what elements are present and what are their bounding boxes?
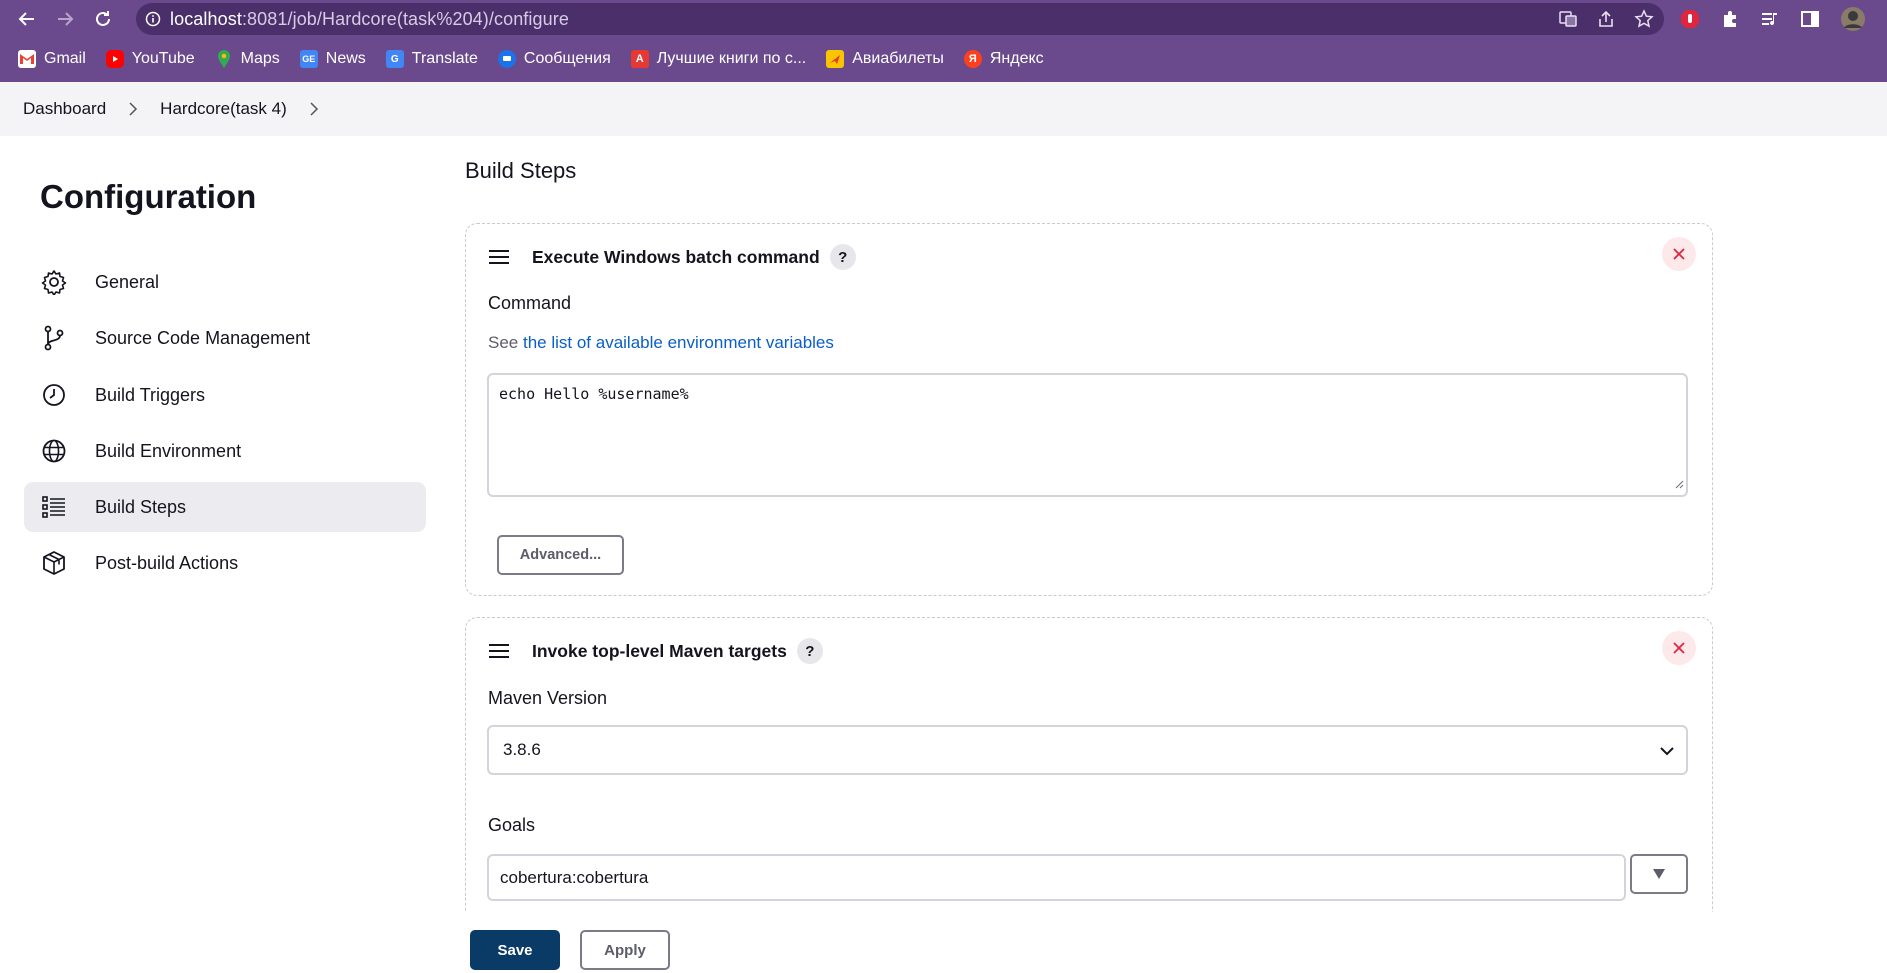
sidebar-item-label: Build Steps	[95, 496, 187, 517]
back-button[interactable]	[8, 0, 46, 38]
translate-favicon: G	[385, 50, 404, 68]
browser-chrome: localhost:8081/job/Hardcore(task%204)/co…	[0, 0, 1887, 82]
bookmark-star-icon[interactable]	[1634, 9, 1654, 29]
chevron-right-icon	[128, 102, 138, 116]
flights-icon	[826, 50, 845, 68]
messages-icon	[497, 50, 516, 68]
chevron-down-icon	[1660, 741, 1674, 761]
gmail-icon	[18, 50, 36, 68]
bookmark-flights[interactable]: Авиабилеты	[826, 50, 944, 68]
close-icon	[1673, 248, 1685, 260]
save-button[interactable]: Save	[470, 930, 560, 970]
sidebar-item-build-triggers[interactable]: Build Triggers	[24, 370, 426, 420]
goals-input[interactable]: cobertura:cobertura	[487, 854, 1626, 901]
sidebar-item-label: Source Code Management	[95, 327, 311, 348]
page-title: Configuration	[40, 178, 257, 215]
address-bar[interactable]: localhost:8081/job/Hardcore(task%204)/co…	[136, 3, 1664, 35]
reload-button[interactable]	[84, 0, 122, 38]
news-icon: GE	[299, 50, 318, 68]
delete-step-button[interactable]	[1662, 237, 1696, 271]
yandex-icon: Я	[963, 50, 982, 68]
package-icon	[40, 549, 68, 577]
section-title: Build Steps	[465, 158, 577, 183]
bottom-action-bar	[0, 912, 1887, 973]
apply-button[interactable]: Apply	[580, 930, 670, 970]
command-textarea[interactable]: echo Hello %username%	[487, 373, 1688, 497]
maven-version-label: Maven Version	[488, 688, 608, 708]
sidebar-item-post-build-actions[interactable]: Post-build Actions	[24, 538, 426, 588]
sidebar-item-label: Build Triggers	[95, 384, 206, 405]
list-icon	[40, 493, 68, 521]
step-title: Invoke top-level Maven targets	[532, 640, 787, 661]
drag-handle-icon[interactable]	[488, 644, 512, 658]
reload-icon	[96, 11, 110, 26]
bookmark-yandex[interactable]: Я Яндекс	[963, 50, 1044, 68]
extensions-icon[interactable]	[1720, 9, 1740, 29]
maven-version-select[interactable]: 3.8.6	[487, 725, 1688, 775]
step-header: Invoke top-level Maven targets ?	[488, 638, 823, 664]
arrow-right-icon	[58, 12, 74, 26]
sidebar-item-build-steps[interactable]: Build Steps	[24, 482, 426, 532]
maven-version-value: 3.8.6	[503, 740, 541, 759]
maps-icon	[215, 50, 233, 68]
gear-icon	[40, 268, 68, 296]
adblock-icon[interactable]	[1680, 9, 1700, 29]
delete-step-button[interactable]	[1662, 631, 1696, 665]
bookmark-messages[interactable]: Сообщения	[497, 50, 611, 68]
env-vars-hint: See the list of available environment va…	[488, 333, 834, 352]
breadcrumb-job[interactable]: Hardcore(task 4)	[160, 99, 287, 119]
sidebar-item-label: General	[95, 271, 160, 292]
branch-icon	[40, 324, 68, 352]
bookmark-books[interactable]: A Лучшие книги по с...	[630, 50, 806, 68]
help-icon[interactable]: ?	[829, 244, 856, 270]
step-title: Execute Windows batch command	[532, 246, 820, 267]
sidebar-item-scm[interactable]: Source Code Management	[24, 313, 426, 363]
bookmark-gmail[interactable]: Gmail	[18, 50, 86, 68]
step-header: Execute Windows batch command ?	[488, 244, 856, 270]
forward-button[interactable]	[46, 0, 84, 38]
translate-icon[interactable]	[1558, 9, 1578, 29]
drag-handle-icon[interactable]	[488, 250, 512, 264]
url-text: localhost:8081/job/Hardcore(task%204)/co…	[170, 8, 569, 29]
side-panel-icon[interactable]	[1800, 9, 1820, 29]
sidebar-item-general[interactable]: General	[24, 257, 426, 307]
bookmarks-bar: Gmail YouTube Maps GE News G Translate С…	[0, 44, 1044, 74]
goals-value: cobertura:cobertura	[500, 867, 649, 887]
profile-avatar[interactable]	[1840, 6, 1866, 32]
expand-goals-button[interactable]	[1630, 854, 1688, 894]
chevron-right-icon[interactable]	[309, 102, 319, 116]
bookmark-youtube[interactable]: YouTube	[105, 50, 195, 68]
close-icon	[1673, 642, 1685, 654]
reading-list-icon[interactable]	[1760, 9, 1780, 29]
bookmark-translate[interactable]: G Translate	[385, 50, 478, 68]
clock-icon	[40, 381, 68, 409]
goals-label: Goals	[488, 815, 536, 835]
env-vars-link[interactable]: the list of available environment variab…	[523, 333, 834, 352]
bookmark-news[interactable]: GE News	[299, 50, 366, 68]
advanced-button[interactable]: Advanced...	[497, 535, 624, 575]
site-info-icon[interactable]	[136, 11, 170, 27]
sidebar-item-label: Post-build Actions	[95, 552, 239, 573]
globe-icon	[40, 437, 68, 465]
sidebar-item-build-environment[interactable]: Build Environment	[24, 426, 426, 476]
command-label: Command	[488, 293, 572, 313]
bookmark-maps[interactable]: Maps	[215, 50, 280, 68]
breadcrumb: Dashboard Hardcore(task 4)	[0, 82, 1887, 136]
triangle-down-icon	[1653, 869, 1665, 879]
browser-toolbar: localhost:8081/job/Hardcore(task%204)/co…	[0, 0, 1887, 38]
build-step-maven: Invoke top-level Maven targets ? Maven V…	[465, 617, 1713, 947]
books-icon: A	[630, 50, 649, 68]
share-icon[interactable]	[1596, 9, 1616, 29]
help-icon[interactable]: ?	[796, 638, 823, 664]
breadcrumb-dashboard[interactable]: Dashboard	[23, 99, 106, 119]
sidebar-item-label: Build Environment	[95, 440, 242, 461]
arrow-left-icon	[18, 12, 34, 26]
command-value: echo Hello %username%	[499, 385, 689, 403]
resize-handle-icon[interactable]	[1674, 475, 1684, 493]
build-step-batch: Execute Windows batch command ? Command …	[465, 223, 1713, 596]
youtube-icon	[105, 50, 124, 68]
